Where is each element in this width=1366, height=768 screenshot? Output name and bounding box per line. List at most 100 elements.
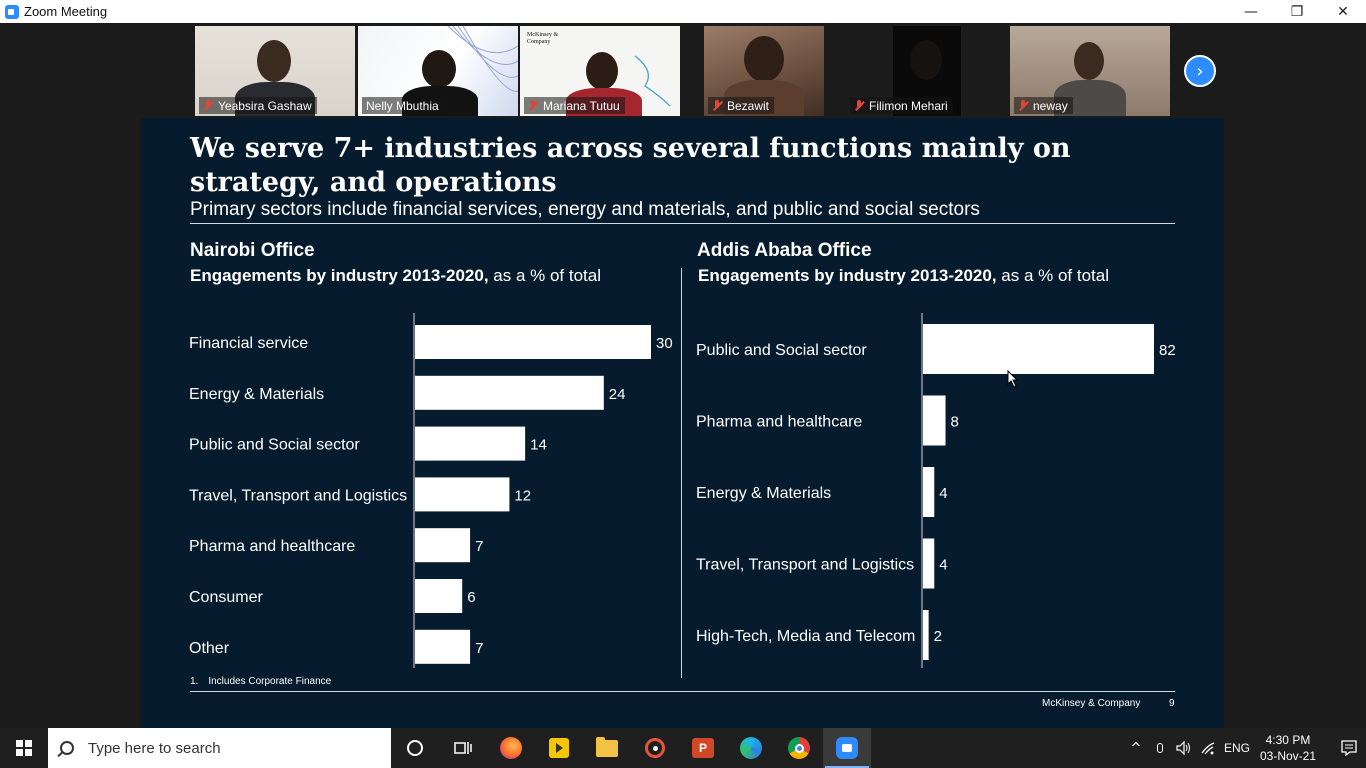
category-label: Travel, Transport and Logistics xyxy=(189,487,407,504)
edge-icon[interactable] xyxy=(727,728,775,768)
category-label: Pharma and healthcare xyxy=(189,538,355,555)
value-label: 14 xyxy=(530,437,547,454)
category-label: Pharma and healthcare xyxy=(696,414,862,431)
slide-title: We serve 7+ industries across several fu… xyxy=(190,133,1071,198)
mouse-cursor-icon xyxy=(1007,370,1019,388)
bar xyxy=(923,610,929,660)
search-icon xyxy=(60,741,74,755)
participant-name-bar: Bezawit xyxy=(708,97,775,114)
clock-date: 03-Nov-21 xyxy=(1259,749,1316,763)
microphone-icon[interactable] xyxy=(1148,728,1172,768)
next-participants-button[interactable]: › xyxy=(1184,55,1216,87)
media-player-icon[interactable] xyxy=(535,728,583,768)
left-chart-caption: Engagements by industry 2013-2020, as a … xyxy=(190,266,601,286)
action-center-icon[interactable] xyxy=(1332,728,1366,768)
value-label: 30 xyxy=(656,335,673,352)
right-chart-caption: Engagements by industry 2013-2020, as a … xyxy=(698,266,1109,286)
value-label: 82 xyxy=(1159,342,1176,359)
left-office-heading: Nairobi Office xyxy=(190,240,315,261)
firefox-icon[interactable] xyxy=(487,728,535,768)
taskbar-clock[interactable]: 4:30 PM 03-Nov-21 xyxy=(1260,732,1316,764)
category-label: Other xyxy=(189,640,230,657)
taskbar-search[interactable]: Type here to search xyxy=(48,728,391,768)
clock-time: 4:30 PM xyxy=(1265,733,1311,747)
mic-muted-icon xyxy=(528,99,538,112)
value-label: 7 xyxy=(475,538,483,555)
value-label: 7 xyxy=(475,640,483,657)
participant-name-bar: Nelly Mbuthia xyxy=(362,97,444,114)
participant-name-bar: neway xyxy=(1014,97,1073,114)
bar xyxy=(923,324,1154,374)
participant-name-bar: Filimon Mehari xyxy=(850,97,953,114)
cortana-icon[interactable] xyxy=(391,728,439,768)
windows-logo-icon xyxy=(16,740,32,756)
language-indicator[interactable]: ENG xyxy=(1224,741,1250,755)
participant-name: Nelly Mbuthia xyxy=(366,98,439,113)
footnote: 1. Includes Corporate Finance xyxy=(190,676,331,687)
window-controls: — ❐ ✕ xyxy=(1228,0,1366,23)
participant-name: Bezawit xyxy=(727,98,770,113)
participant-name-bar: Yeabsira Gashaw xyxy=(199,97,317,114)
slide-subtitle: Primary sectors include financial servic… xyxy=(190,199,980,220)
search-placeholder: Type here to search xyxy=(88,739,221,757)
caption-rest: as a % of total xyxy=(488,266,602,285)
bar xyxy=(923,467,935,517)
volume-icon[interactable] xyxy=(1172,728,1196,768)
bar xyxy=(415,375,604,410)
close-button[interactable]: ✕ xyxy=(1320,0,1366,23)
participant-tile[interactable]: Yeabsira Gashaw xyxy=(195,26,355,116)
bar xyxy=(415,477,510,512)
bar xyxy=(415,325,651,359)
system-tray: ^ ENG 4:30 PM 03-Nov-21 xyxy=(1124,728,1366,768)
file-explorer-icon[interactable] xyxy=(583,728,631,768)
chevron-right-icon: › xyxy=(1196,60,1204,82)
zoom-icon[interactable] xyxy=(823,728,871,768)
shared-screen-slide: We serve 7+ industries across several fu… xyxy=(141,118,1224,728)
participant-tile[interactable]: Filimon Mehari xyxy=(846,26,1006,116)
start-button[interactable] xyxy=(0,728,48,768)
window-title: Zoom Meeting xyxy=(24,4,108,19)
participant-name: Yeabsira Gashaw xyxy=(218,98,312,113)
category-label: Consumer xyxy=(189,589,263,606)
footer-rule xyxy=(190,691,1175,692)
bar xyxy=(415,528,471,563)
mic-muted-icon xyxy=(854,99,864,112)
value-label: 4 xyxy=(939,485,947,502)
participant-name: neway xyxy=(1033,98,1068,113)
chrome-icon[interactable] xyxy=(775,728,823,768)
footnote-text: Includes Corporate Finance xyxy=(208,676,332,687)
category-label: Energy & Materials xyxy=(696,485,831,502)
groove-music-icon[interactable] xyxy=(631,728,679,768)
right-office-heading: Addis Ababa Office xyxy=(697,240,872,261)
network-icon[interactable] xyxy=(1196,728,1220,768)
participant-name-bar: Mariana Tutuu xyxy=(524,97,625,114)
caption-bold: Engagements by industry 2013-2020, xyxy=(698,266,997,285)
value-label: 12 xyxy=(514,487,531,504)
mic-muted-icon xyxy=(1018,99,1028,112)
caption-rest: as a % of total xyxy=(996,266,1110,285)
participant-tile-active-speaker[interactable]: Nelly Mbuthia xyxy=(358,26,518,116)
bar xyxy=(415,629,471,664)
restore-button[interactable]: ❐ xyxy=(1274,0,1320,23)
participant-tile[interactable]: Bezawit xyxy=(704,26,824,116)
task-view-icon[interactable] xyxy=(439,728,487,768)
show-hidden-icons-button[interactable]: ^ xyxy=(1124,728,1148,768)
participant-strip: Yeabsira Gashaw Nelly Mbuthia McKinsey &… xyxy=(0,23,1366,118)
window-titlebar: Zoom Meeting — ❐ ✕ xyxy=(0,0,1366,23)
participant-tile[interactable]: neway xyxy=(1010,26,1170,116)
category-label: Financial service xyxy=(189,335,308,352)
powerpoint-icon[interactable]: P xyxy=(679,728,727,768)
value-label: 8 xyxy=(951,414,959,431)
minimize-button[interactable]: — xyxy=(1228,0,1274,23)
value-label: 6 xyxy=(467,589,475,606)
caption-bold: Engagements by industry 2013-2020, xyxy=(190,266,489,285)
category-label: Public and Social sector xyxy=(696,342,867,359)
mic-muted-icon xyxy=(203,99,213,112)
bar xyxy=(923,395,946,446)
mic-muted-icon xyxy=(712,99,722,112)
zoom-app-icon xyxy=(5,4,19,19)
value-label: 24 xyxy=(609,386,626,403)
windows-taskbar: Type here to search P ^ ENG 4:30 PM 03-N… xyxy=(0,728,1366,768)
addis-bar-chart: Public and Social sector 82 Pharma and hea… xyxy=(696,313,1176,668)
participant-tile[interactable]: McKinsey & Company Mariana Tutuu xyxy=(520,26,680,116)
